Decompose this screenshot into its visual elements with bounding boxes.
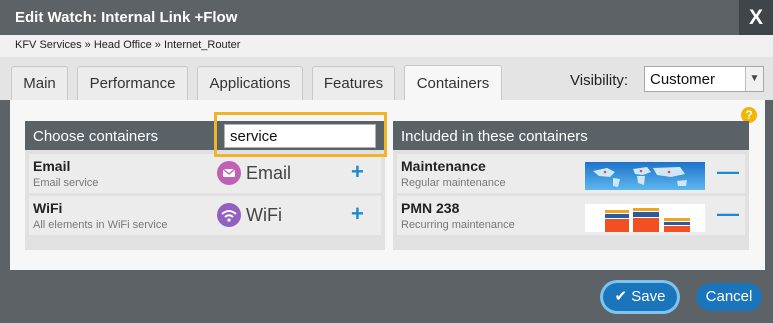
checkmark-icon: ✔ bbox=[614, 288, 628, 305]
email-logo-text: Email bbox=[246, 163, 292, 183]
remove-pmn-238-button[interactable]: — bbox=[717, 201, 739, 227]
world-map-thumbnail bbox=[585, 162, 705, 190]
wifi-logo-text: WiFi bbox=[246, 205, 282, 225]
save-button[interactable]: ✔ Save bbox=[603, 283, 677, 311]
tab-applications[interactable]: Applications bbox=[197, 66, 303, 100]
visibility-label: Visibility: bbox=[570, 72, 629, 89]
visibility-select[interactable]: Customer ▼ bbox=[644, 66, 764, 92]
tab-features[interactable]: Features bbox=[312, 66, 395, 100]
dialog-titlebar: Edit Watch: Internal Link +Flow X bbox=[0, 0, 773, 35]
item-name: PMN 238 bbox=[401, 200, 460, 216]
tab-main[interactable]: Main bbox=[11, 66, 68, 100]
included-containers-title: Included in these containers bbox=[401, 128, 588, 145]
included-containers-header: Included in these containers bbox=[393, 121, 749, 150]
item-description: Recurring maintenance bbox=[401, 219, 515, 231]
bar-chart-thumbnail bbox=[585, 204, 705, 232]
list-item-email: Email Email service Email + bbox=[29, 154, 381, 193]
breadcrumb: KFV Services » Head Office » Internet_Ro… bbox=[15, 39, 241, 51]
add-email-button[interactable]: + bbox=[351, 159, 364, 185]
visibility-value: Customer bbox=[650, 71, 716, 88]
tab-performance[interactable]: Performance bbox=[77, 66, 188, 100]
remove-maintenance-button[interactable]: — bbox=[717, 159, 739, 185]
item-name: Maintenance bbox=[401, 158, 486, 174]
item-name: Email bbox=[33, 158, 71, 174]
cancel-button[interactable]: Cancel bbox=[696, 283, 762, 311]
item-description: Email service bbox=[33, 177, 99, 189]
list-item-maintenance: Maintenance Regular maintenance — bbox=[397, 154, 745, 193]
add-wifi-button[interactable]: + bbox=[351, 201, 364, 227]
choose-containers-title: Choose containers bbox=[33, 128, 159, 145]
wifi-icon bbox=[217, 203, 241, 227]
save-label: Save bbox=[631, 288, 666, 305]
close-button[interactable]: X bbox=[739, 0, 773, 35]
container-search-input[interactable]: service bbox=[224, 124, 376, 148]
item-description: All elements in WiFi service bbox=[33, 219, 168, 231]
envelope-icon bbox=[217, 161, 241, 185]
list-item-pmn-238: PMN 238 Recurring maintenance — bbox=[397, 196, 745, 235]
tab-containers[interactable]: Containers bbox=[404, 65, 502, 101]
chevron-down-icon[interactable]: ▼ bbox=[745, 67, 763, 91]
breadcrumb-bar: KFV Services » Head Office » Internet_Ro… bbox=[0, 35, 773, 57]
item-description: Regular maintenance bbox=[401, 177, 506, 189]
dialog-title: Edit Watch: Internal Link +Flow bbox=[15, 9, 238, 26]
item-name: WiFi bbox=[33, 200, 63, 216]
included-containers-panel: Included in these containers Maintenance… bbox=[393, 121, 749, 250]
tab-strip: Main Performance Applications Features C… bbox=[0, 57, 773, 101]
list-item-wifi: WiFi All elements in WiFi service WiFi + bbox=[29, 196, 381, 235]
